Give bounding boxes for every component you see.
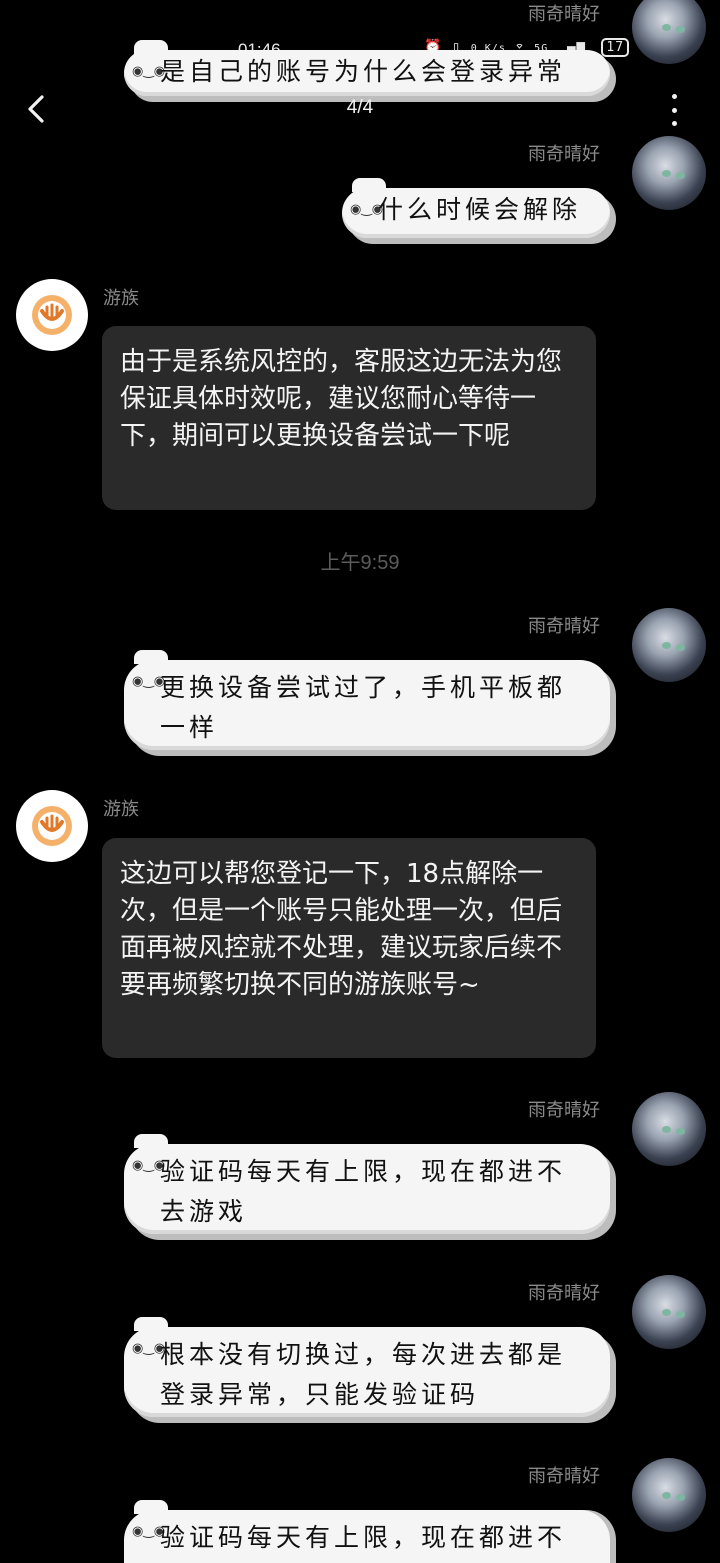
message-bubble[interactable]: ◉‿◉ 验证码每天有上限，现在都进不去游戏 [124, 1134, 610, 1234]
message-text: 根本没有切换过，每次进去都是登录异常，只能发验证码 [160, 1340, 567, 1409]
user-avatar[interactable] [632, 608, 706, 682]
sender-name: 游族 [103, 799, 139, 819]
message-bubble[interactable]: ◉‿◉ 什么时候会解除 [342, 178, 610, 238]
agent-avatar[interactable] [16, 790, 88, 862]
message-bubble[interactable]: ◉‿◉ 是自己的账号为什么会登录异常 [124, 40, 610, 96]
message-text: 这边可以帮您登记一下，18点解除一次，但是一个账号只能处理一次，但后面再被风控就… [120, 859, 563, 1000]
sender-name: 游族 [103, 288, 139, 308]
user-avatar[interactable] [632, 1275, 706, 1349]
user-avatar[interactable] [632, 1092, 706, 1166]
message-text: 验证码每天有上限，现在都进不去游戏 [160, 1523, 567, 1552]
sender-name: 雨奇晴好 [528, 1100, 600, 1120]
sender-name: 雨奇晴好 [528, 1283, 600, 1303]
youzu-logo-icon [32, 295, 72, 335]
message-bubble[interactable]: ◉‿◉ 更换设备尝试过了，手机平板都一样 [124, 650, 610, 750]
message-bubble[interactable]: ◉‿◉ 根本没有切换过，每次进去都是登录异常，只能发验证码 [124, 1317, 610, 1417]
message-text: 由于是系统风控的，客服这边无法为您保证具体时效呢，建议您耐心等待一下，期间可以更… [120, 347, 563, 451]
message-text: 什么时候会解除 [378, 195, 582, 224]
message-bubble[interactable]: ◉‿◉ 验证码每天有上限，现在都进不去游戏 [124, 1500, 610, 1563]
message-bubble[interactable]: 这边可以帮您登记一下，18点解除一次，但是一个账号只能处理一次，但后面再被风控就… [102, 838, 596, 1058]
user-avatar[interactable] [632, 136, 706, 210]
sender-name: 雨奇晴好 [528, 144, 600, 164]
agent-avatar[interactable] [16, 279, 88, 351]
message-text: 更换设备尝试过了，手机平板都一样 [160, 673, 567, 742]
battery-icon: 17 [601, 38, 630, 57]
timestamp: 上午9:59 [320, 552, 400, 574]
sender-name: 雨奇晴好 [528, 4, 600, 24]
more-options-icon[interactable] [664, 94, 684, 126]
user-avatar[interactable] [632, 0, 706, 64]
message-bubble[interactable]: 由于是系统风控的，客服这边无法为您保证具体时效呢，建议您耐心等待一下，期间可以更… [102, 326, 596, 510]
message-text: 验证码每天有上限，现在都进不去游戏 [160, 1157, 567, 1226]
page-indicator: 4/4 [346, 97, 374, 118]
message-text: 是自己的账号为什么会登录异常 [160, 57, 567, 86]
battery-level: 17 [606, 40, 625, 55]
user-avatar[interactable] [632, 1458, 706, 1532]
sender-name: 雨奇晴好 [528, 616, 600, 636]
back-arrow-icon[interactable] [22, 92, 52, 126]
youzu-logo-icon [32, 806, 72, 846]
sender-name: 雨奇晴好 [528, 1466, 600, 1486]
